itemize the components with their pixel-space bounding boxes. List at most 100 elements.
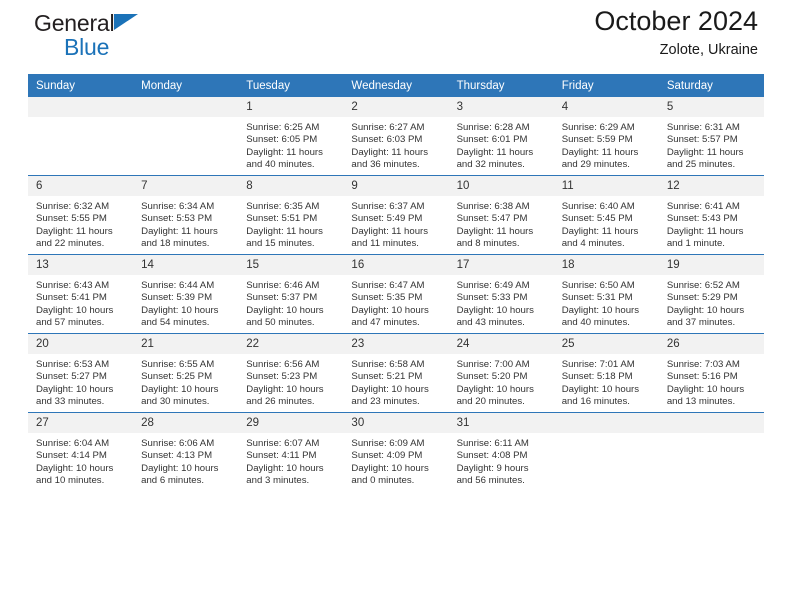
weekday-header-tuesday: Tuesday xyxy=(238,74,344,97)
day-info-line: Sunset: 5:41 PM xyxy=(36,292,107,304)
day-cell[interactable]: 4 Sunrise: 6:29 AM Sunset: 5:59 PM Daylight… xyxy=(553,97,659,175)
day-cell[interactable]: 9 Sunrise: 6:37 AM Sunset: 5:49 PM Daylight… xyxy=(343,176,449,254)
day-sun-info: Sunrise: 6:53 AM Sunset: 5:27 PM Daylight:… xyxy=(28,354,133,409)
brand-name-general: General xyxy=(34,10,115,36)
day-info-line: and 15 minutes. xyxy=(246,238,315,250)
day-info-line: Sunrise: 6:55 AM xyxy=(141,359,215,370)
day-info-line: Sunset: 5:20 PM xyxy=(456,371,528,383)
day-info-line: Daylight: 9 hours xyxy=(456,462,529,474)
day-cell[interactable]: 8 Sunrise: 6:35 AM Sunset: 5:51 PM Daylight… xyxy=(238,176,344,254)
day-number: 21 xyxy=(133,334,239,354)
day-cell[interactable]: 17 Sunrise: 6:49 AM Sunset: 5:33 PM Dayligh… xyxy=(448,255,554,333)
day-number: 18 xyxy=(553,255,659,275)
day-sun-info: Sunrise: 6:09 AM Sunset: 4:09 PM Daylight:… xyxy=(343,433,448,488)
day-cell[interactable]: 16 Sunrise: 6:47 AM Sunset: 5:35 PM Dayligh… xyxy=(343,255,449,333)
day-number: 1 xyxy=(238,97,344,117)
day-cell[interactable]: 19 Sunrise: 6:52 AM Sunset: 5:29 PM Dayligh… xyxy=(658,255,764,333)
day-cell[interactable]: 14 Sunrise: 6:44 AM Sunset: 5:39 PM Dayligh… xyxy=(133,255,239,333)
page-title: October 2024 xyxy=(594,6,758,36)
day-cell[interactable]: 23 Sunrise: 6:58 AM Sunset: 5:21 PM Dayligh… xyxy=(343,334,449,412)
day-cell[interactable]: 5 Sunrise: 6:31 AM Sunset: 5:57 PM Daylight… xyxy=(658,97,764,175)
day-number xyxy=(133,97,239,117)
day-info-line: Daylight: 10 hours xyxy=(456,304,534,316)
day-cell[interactable]: 3 Sunrise: 6:28 AM Sunset: 6:01 PM Daylight… xyxy=(448,97,554,175)
day-sun-info: Sunrise: 6:38 AM Sunset: 5:47 PM Daylight:… xyxy=(449,196,554,251)
day-cell[interactable]: 25 Sunrise: 7:01 AM Sunset: 5:18 PM Dayligh… xyxy=(553,334,659,412)
day-cell[interactable]: 22 Sunrise: 6:56 AM Sunset: 5:23 PM Dayligh… xyxy=(238,334,344,412)
day-number: 30 xyxy=(343,413,449,433)
day-info-line: and 18 minutes. xyxy=(141,238,210,250)
day-cell[interactable]: 6 Sunrise: 6:32 AM Sunset: 5:55 PM Daylight… xyxy=(28,176,134,254)
day-info-line: Daylight: 11 hours xyxy=(351,225,429,237)
day-number: 31 xyxy=(448,413,554,433)
day-sun-info xyxy=(659,433,764,438)
day-info-line: and 47 minutes. xyxy=(351,317,420,329)
day-sun-info: Sunrise: 6:49 AM Sunset: 5:33 PM Daylight:… xyxy=(449,275,554,330)
calendar-cell: 24 Sunrise: 7:00 AM Sunset: 5:20 PM Dayligh… xyxy=(448,333,554,413)
day-info-line: Sunrise: 7:01 AM xyxy=(561,359,635,370)
day-info-line: Sunset: 6:05 PM xyxy=(246,134,318,146)
day-info-line: Daylight: 11 hours xyxy=(561,146,639,158)
day-info-line: Daylight: 11 hours xyxy=(246,225,323,237)
day-cell[interactable]: 21 Sunrise: 6:55 AM Sunset: 5:25 PM Dayligh… xyxy=(133,334,239,412)
calendar-week-row: 20 Sunrise: 6:53 AM Sunset: 5:27 PM Dayligh… xyxy=(28,333,764,413)
day-cell-empty xyxy=(28,97,134,175)
day-cell[interactable]: 12 Sunrise: 6:41 AM Sunset: 5:43 PM Dayligh… xyxy=(658,176,764,254)
day-cell[interactable]: 10 Sunrise: 6:38 AM Sunset: 5:47 PM Dayligh… xyxy=(448,176,554,254)
day-info-line: Sunset: 5:39 PM xyxy=(141,292,213,304)
day-sun-info: Sunrise: 7:00 AM Sunset: 5:20 PM Daylight:… xyxy=(449,354,554,409)
calendar-cell: 27 Sunrise: 6:04 AM Sunset: 4:14 PM Dayligh… xyxy=(28,412,134,491)
day-info-line: and 0 minutes. xyxy=(351,475,415,487)
day-cell[interactable]: 18 Sunrise: 6:50 AM Sunset: 5:31 PM Dayligh… xyxy=(553,255,659,333)
day-info-line: Daylight: 10 hours xyxy=(246,304,324,316)
day-info-line: Sunset: 5:57 PM xyxy=(666,134,738,146)
calendar-cell: 25 Sunrise: 7:01 AM Sunset: 5:18 PM Dayligh… xyxy=(553,333,659,413)
day-info-line: Sunset: 5:21 PM xyxy=(351,371,423,383)
calendar-week-row: 1 Sunrise: 6:25 AM Sunset: 6:05 PM Daylight… xyxy=(28,97,764,176)
day-info-line: Sunset: 5:49 PM xyxy=(351,213,423,225)
day-info-line: and 26 minutes. xyxy=(246,396,315,408)
day-number: 29 xyxy=(238,413,344,433)
day-sun-info: Sunrise: 6:06 AM Sunset: 4:13 PM Daylight:… xyxy=(133,433,238,488)
day-info-line: and 3 minutes. xyxy=(246,475,310,487)
day-cell[interactable]: 24 Sunrise: 7:00 AM Sunset: 5:20 PM Dayligh… xyxy=(448,334,554,412)
day-cell[interactable]: 13 Sunrise: 6:43 AM Sunset: 5:41 PM Dayligh… xyxy=(28,255,134,333)
day-cell[interactable]: 2 Sunrise: 6:27 AM Sunset: 6:03 PM Daylight… xyxy=(343,97,449,175)
day-cell[interactable]: 27 Sunrise: 6:04 AM Sunset: 4:14 PM Dayligh… xyxy=(28,413,134,491)
day-info-line: Sunrise: 6:37 AM xyxy=(351,201,425,212)
day-info-line: and 16 minutes. xyxy=(561,396,630,408)
day-info-line: Sunrise: 6:56 AM xyxy=(246,359,320,370)
day-info-line: and 23 minutes. xyxy=(351,396,420,408)
day-cell[interactable]: 20 Sunrise: 6:53 AM Sunset: 5:27 PM Dayligh… xyxy=(28,334,134,412)
day-cell[interactable]: 7 Sunrise: 6:34 AM Sunset: 5:53 PM Daylight… xyxy=(133,176,239,254)
day-info-line: Daylight: 10 hours xyxy=(456,383,534,395)
day-cell[interactable]: 28 Sunrise: 6:06 AM Sunset: 4:13 PM Dayligh… xyxy=(133,413,239,491)
title-block: October 2024 Zolote, Ukraine xyxy=(594,6,758,58)
day-cell[interactable]: 11 Sunrise: 6:40 AM Sunset: 5:45 PM Dayligh… xyxy=(553,176,659,254)
day-sun-info: Sunrise: 6:46 AM Sunset: 5:37 PM Daylight:… xyxy=(238,275,343,330)
day-cell[interactable]: 15 Sunrise: 6:46 AM Sunset: 5:37 PM Dayligh… xyxy=(238,255,344,333)
day-cell[interactable]: 31 Sunrise: 6:11 AM Sunset: 4:08 PM Dayligh… xyxy=(448,413,554,491)
day-sun-info: Sunrise: 6:47 AM Sunset: 5:35 PM Daylight:… xyxy=(343,275,448,330)
day-sun-info: Sunrise: 6:07 AM Sunset: 4:11 PM Daylight:… xyxy=(238,433,343,488)
day-info-line: Daylight: 11 hours xyxy=(666,225,744,237)
day-cell[interactable]: 29 Sunrise: 6:07 AM Sunset: 4:11 PM Dayligh… xyxy=(238,413,344,491)
day-info-line: Daylight: 11 hours xyxy=(246,146,323,158)
day-info-line: and 56 minutes. xyxy=(456,475,525,487)
page-header: General Blue October 2024 Zolote, Ukrain… xyxy=(28,0,764,74)
calendar-cell: 22 Sunrise: 6:56 AM Sunset: 5:23 PM Dayligh… xyxy=(238,333,344,413)
day-info-line: Daylight: 10 hours xyxy=(246,462,324,474)
day-number xyxy=(658,413,764,433)
day-cell[interactable]: 26 Sunrise: 7:03 AM Sunset: 5:16 PM Dayligh… xyxy=(658,334,764,412)
day-sun-info: Sunrise: 6:34 AM Sunset: 5:53 PM Daylight:… xyxy=(133,196,238,251)
day-number: 2 xyxy=(343,97,449,117)
day-info-line: and 11 minutes. xyxy=(351,238,419,250)
day-info-line: Sunrise: 6:40 AM xyxy=(561,201,635,212)
calendar-cell: 26 Sunrise: 7:03 AM Sunset: 5:16 PM Dayligh… xyxy=(658,333,764,413)
day-info-line: and 54 minutes. xyxy=(141,317,210,329)
day-info-line: Sunset: 5:25 PM xyxy=(141,371,213,383)
day-cell[interactable]: 1 Sunrise: 6:25 AM Sunset: 6:05 PM Daylight… xyxy=(238,97,344,175)
day-cell[interactable]: 30 Sunrise: 6:09 AM Sunset: 4:09 PM Dayligh… xyxy=(343,413,449,491)
calendar-cell: 21 Sunrise: 6:55 AM Sunset: 5:25 PM Dayligh… xyxy=(133,333,239,413)
day-info-line: Daylight: 10 hours xyxy=(561,383,640,395)
